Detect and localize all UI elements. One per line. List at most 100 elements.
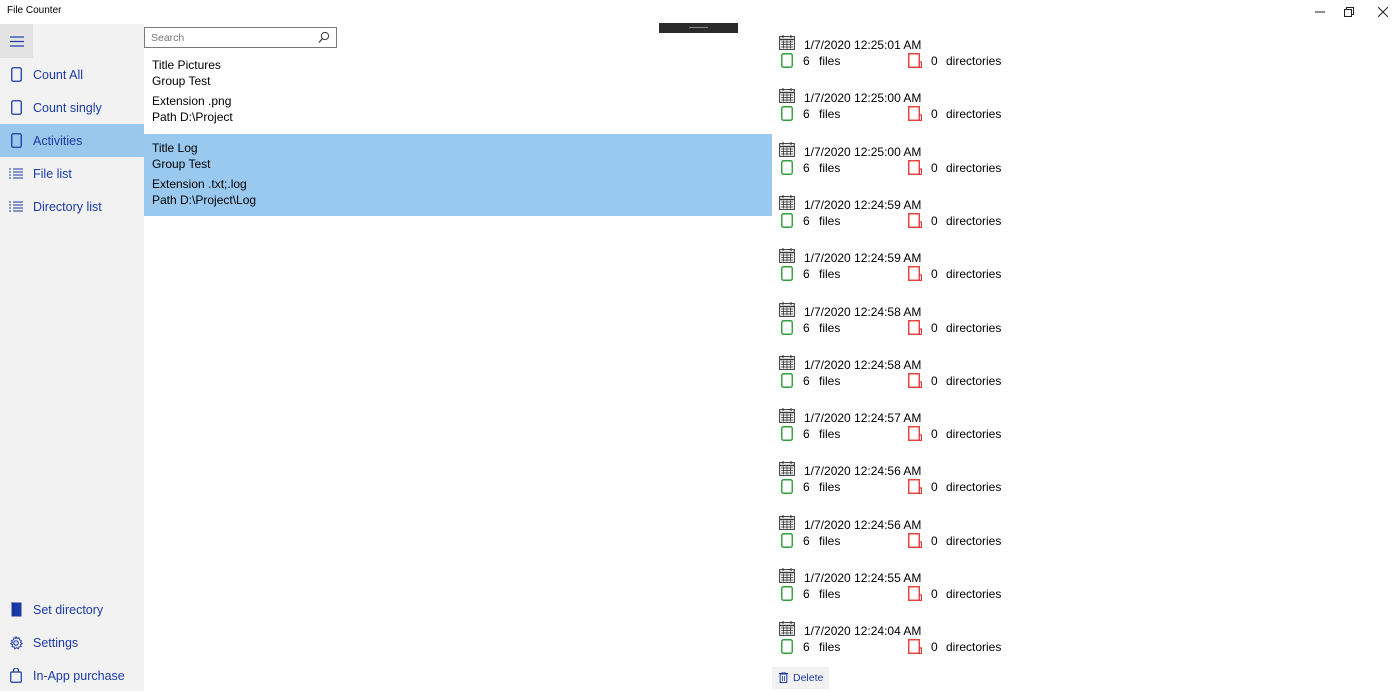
directory-count: 0 (931, 587, 938, 601)
directory-count: 0 (931, 267, 938, 282)
files-label: files (819, 373, 841, 388)
app-title: File Counter (7, 5, 62, 16)
search-icon[interactable] (318, 31, 330, 44)
list-item[interactable]: 1/7/2020 12:24:58 AM 6 files 0 directories (779, 354, 1039, 395)
result-date: 1/7/2020 12:25:00 AM (804, 91, 922, 106)
calendar-icon (779, 408, 795, 423)
search-box[interactable] (144, 27, 337, 48)
search-input[interactable] (151, 30, 311, 45)
sidebar-item-settings[interactable]: Settings (0, 626, 144, 659)
directory-icon (908, 372, 923, 388)
files-label: files (819, 587, 841, 601)
list-item-selected[interactable]: Title Log Group Test Extension .txt;.log… (144, 134, 772, 216)
sidebar-item-label: In-App purchase (33, 668, 125, 683)
file-count: 6 (803, 640, 810, 655)
directory-count: 0 (931, 107, 938, 122)
result-date: 1/7/2020 12:24:56 AM (804, 464, 922, 479)
file-outline-icon (9, 67, 23, 83)
list-item[interactable]: 1/7/2020 12:25:00 AM 6 files 0 directories (779, 88, 1039, 128)
file-count: 6 (803, 427, 810, 442)
result-date: 1/7/2020 12:24:04 AM (804, 624, 922, 639)
result-date: 1/7/2020 12:24:57 AM (804, 411, 922, 426)
activity-extension: Extension .txt;.log (152, 177, 247, 191)
files-label: files (819, 160, 841, 175)
sidebar-item-set-directory[interactable]: Set directory (0, 593, 144, 626)
list-item[interactable]: 1/7/2020 12:24:04 AM 6 files 0 directories (779, 621, 1039, 661)
hamburger-icon (9, 35, 24, 47)
file-icon (781, 639, 793, 655)
list-item[interactable]: 1/7/2020 12:25:00 AM 6 files 0 directories (779, 141, 1039, 182)
file-icon (781, 319, 793, 335)
activity-path: Path D:\Project\Log (152, 193, 257, 207)
sidebar-item-in-app-purchase[interactable]: In-App purchase (0, 659, 144, 692)
list-item[interactable]: 1/7/2020 12:24:56 AM 6 files 0 directories (779, 461, 1039, 501)
calendar-icon (779, 621, 795, 637)
list-item[interactable]: Title Pictures Group Test Extension .png… (144, 57, 772, 139)
shopping-bag-icon (9, 668, 23, 684)
file-icon (781, 106, 793, 122)
calendar-icon (779, 141, 795, 157)
calendar-icon (779, 568, 795, 583)
list-item[interactable]: 1/7/2020 12:24:55 AM 6 files 0 directories (779, 568, 1039, 608)
list-item[interactable]: 1/7/2020 12:24:56 AM 6 files 0 directories (779, 514, 1039, 555)
file-icon (781, 532, 793, 548)
sidebar-item-file-list[interactable]: File list (0, 157, 144, 190)
sidebar-item-label: Activities (33, 133, 83, 148)
file-count: 6 (803, 213, 810, 228)
splitter-grip[interactable] (659, 23, 738, 33)
close-icon (1378, 7, 1388, 17)
directory-icon (908, 106, 923, 122)
result-date: 1/7/2020 12:24:58 AM (804, 357, 922, 372)
activity-group: Group Test (152, 157, 211, 171)
delete-button[interactable]: Delete (772, 667, 829, 689)
files-label: files (819, 320, 841, 335)
list-item[interactable]: 1/7/2020 12:24:58 AM 6 files 0 directories (779, 301, 1039, 342)
hamburger-button[interactable] (0, 24, 33, 58)
calendar-icon (779, 514, 795, 530)
result-date: 1/7/2020 12:24:59 AM (804, 251, 922, 266)
result-date: 1/7/2020 12:25:00 AM (804, 144, 922, 159)
activity-path: Path D:\Project (152, 110, 233, 124)
file-count: 6 (803, 480, 810, 495)
result-date: 1/7/2020 12:25:01 AM (804, 38, 922, 52)
list-item[interactable]: 1/7/2020 12:24:59 AM 6 files 0 directories (779, 248, 1039, 288)
files-label: files (819, 107, 841, 122)
file-count: 6 (803, 320, 810, 335)
files-label: files (819, 480, 841, 495)
file-count: 6 (803, 54, 810, 68)
directory-count: 0 (931, 213, 938, 228)
close-button[interactable] (1360, 0, 1399, 24)
file-count: 6 (803, 267, 810, 282)
directory-count: 0 (931, 533, 938, 548)
sidebar-item-count-all[interactable]: Count All (0, 58, 144, 91)
sidebar-item-label: Settings (33, 635, 79, 650)
calendar-icon (779, 248, 795, 264)
file-count: 6 (803, 107, 810, 122)
file-count: 6 (803, 373, 810, 388)
list-item[interactable]: 1/7/2020 12:24:57 AM 6 files 0 directories (779, 408, 1039, 448)
file-icon (781, 159, 793, 175)
list-item[interactable]: 1/7/2020 12:25:01 AM 6 files 0 directories (779, 35, 1039, 75)
sidebar-item-count-singly[interactable]: Count singly (0, 91, 144, 124)
file-icon (781, 212, 793, 228)
files-label: files (819, 640, 841, 655)
calendar-icon (779, 35, 795, 50)
file-icon (781, 266, 793, 282)
directory-icon (908, 159, 923, 175)
directories-label: directories (946, 480, 1002, 495)
directory-icon (908, 53, 923, 69)
sidebar-item-activities[interactable]: Activities (0, 124, 144, 157)
sidebar-item-label: File list (33, 166, 72, 181)
directory-count: 0 (931, 373, 938, 388)
sidebar-item-label: Count singly (33, 100, 102, 115)
list-item[interactable]: 1/7/2020 12:24:59 AM 6 files 0 directories (779, 194, 1039, 235)
directories-label: directories (946, 373, 1002, 388)
file-icon (781, 372, 793, 388)
directory-icon (908, 426, 923, 442)
directories-label: directories (946, 267, 1002, 282)
directory-icon (908, 479, 923, 495)
calendar-icon (779, 88, 795, 104)
sidebar-item-directory-list[interactable]: Directory list (0, 190, 144, 223)
gear-icon (9, 635, 23, 651)
directory-icon (908, 532, 923, 548)
